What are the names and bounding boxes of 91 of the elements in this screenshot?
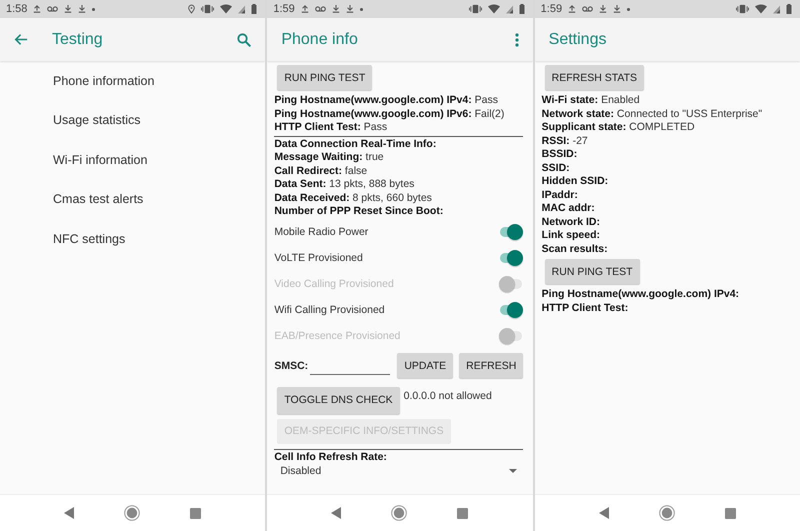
toggle-switch[interactable]	[498, 222, 523, 240]
screen-title: Phone info	[281, 30, 359, 48]
upload-icon	[568, 4, 576, 14]
upload-icon	[33, 4, 42, 14]
toggle-label: EAB/Presence Provisioned	[274, 330, 400, 342]
download-icon	[613, 4, 622, 14]
action-button[interactable]: RUN PING TEST	[544, 259, 640, 284]
download-icon	[332, 4, 340, 14]
info-line: Data Received: 8 pkts, 660 bytes	[274, 192, 432, 205]
menu-item[interactable]: Cmas test alerts	[53, 192, 144, 206]
menu-item[interactable]: Phone information	[53, 74, 154, 88]
wifi-icon	[220, 4, 232, 14]
wifi-icon	[754, 4, 767, 14]
download-icon	[346, 4, 354, 14]
recents-icon[interactable]	[724, 508, 736, 518]
menu-item[interactable]: NFC settings	[53, 232, 126, 246]
menu-item[interactable]: Wi-Fi information	[53, 152, 148, 167]
info-line: Data Connection Real-Time Info:	[274, 138, 436, 151]
status-time: 1:58	[6, 3, 28, 15]
home-icon[interactable]	[391, 505, 408, 521]
screen-title: Testing	[52, 30, 104, 48]
info-line: BSSID:	[542, 148, 578, 162]
toggle-label: Mobile Radio Power	[274, 226, 368, 238]
screen-title: Settings	[548, 30, 608, 48]
download-icon	[64, 4, 72, 14]
dot-icon	[627, 8, 630, 10]
status-time: 1:59	[273, 3, 295, 15]
info-line: Data Sent: 13 pkts, 888 bytes	[274, 178, 414, 192]
info-line: Network ID:	[542, 216, 600, 229]
recents-icon[interactable]	[457, 508, 468, 518]
signal-icon	[772, 4, 780, 14]
home-icon[interactable]	[658, 505, 675, 521]
action-button[interactable]: UPDATE	[397, 353, 454, 378]
recents-icon[interactable]	[190, 508, 202, 518]
info-line: HTTP Client Test:	[542, 302, 628, 315]
menu-item[interactable]: Usage statistics	[53, 113, 141, 128]
info-line: Network state: Connected to "USS Enterprise"	[542, 108, 762, 121]
info-line: Wi-Fi state: Enabled	[542, 94, 640, 108]
status-time: 1:59	[540, 3, 562, 15]
action-button[interactable]: REFRESH STATS	[544, 65, 644, 90]
vibrate-icon	[468, 4, 482, 14]
battery-icon	[518, 4, 525, 14]
vibrate-icon	[736, 4, 749, 14]
battery-icon	[786, 4, 792, 14]
info-line: Ping Hostname(www.google.com) IPv6: Fail(2)	[274, 108, 504, 121]
dot-icon	[92, 8, 96, 10]
voicemail-icon	[314, 5, 326, 13]
toggle-label: Video Calling Provisioned	[274, 278, 394, 290]
info-line: Ping Hostname(www.google.com) IPv4: Pass	[274, 94, 498, 108]
signal-icon	[506, 4, 513, 14]
upload-icon	[300, 4, 309, 14]
back-arrow-icon[interactable]	[14, 33, 28, 46]
info-line: RSSI: -27	[542, 134, 588, 148]
back-icon[interactable]	[598, 507, 609, 519]
back-icon[interactable]	[331, 507, 342, 519]
refresh-rate-dropdown[interactable]: Disabled	[274, 464, 523, 478]
info-line: Call Redirect: false	[274, 164, 368, 178]
back-icon[interactable]	[64, 507, 74, 519]
info-line: Cell Info Refresh Rate:	[274, 450, 387, 464]
info-line: Ping Hostname(www.google.com) IPv4:	[542, 288, 740, 302]
voicemail-icon	[47, 5, 58, 13]
toggle-switch[interactable]	[498, 248, 523, 266]
home-icon[interactable]	[124, 505, 140, 521]
info-line: Link speed:	[542, 229, 600, 242]
wifi-icon	[488, 4, 500, 14]
info-line: Number of PPP Reset Since Boot:	[274, 205, 444, 218]
vibrate-icon	[201, 4, 214, 14]
info-line: HTTP Client Test: Pass	[274, 121, 388, 134]
info-line: Scan results:	[542, 242, 608, 256]
toggle-label: VoLTE Provisioned	[274, 252, 363, 264]
info-line: Hidden SSID:	[542, 175, 608, 188]
download-icon	[599, 4, 608, 14]
action-button[interactable]: TOGGLE DNS CHECK	[277, 386, 400, 414]
info-line: MAC addr:	[542, 202, 595, 216]
more-options-icon[interactable]	[514, 32, 519, 46]
info-line: SSID:	[542, 162, 570, 175]
info-line: IPaddr:	[542, 188, 578, 202]
toggle-switch[interactable]	[498, 300, 523, 318]
toggle-label: Wifi Calling Provisioned	[274, 304, 385, 316]
signal-icon	[238, 4, 246, 14]
search-icon[interactable]	[237, 32, 252, 46]
download-icon	[78, 4, 86, 14]
info-line: Supplicant state: COMPLETED	[542, 121, 695, 134]
voicemail-icon	[582, 5, 594, 13]
battery-icon	[251, 4, 258, 14]
dns-status-text: 0.0.0.0 not allowed	[404, 390, 492, 402]
info-line: Message Waiting: true	[274, 151, 384, 164]
dot-icon	[360, 8, 363, 10]
action-button[interactable]: REFRESH	[459, 353, 524, 378]
dropdown-caret-icon	[508, 469, 517, 473]
action-button[interactable]: RUN PING TEST	[277, 65, 372, 90]
